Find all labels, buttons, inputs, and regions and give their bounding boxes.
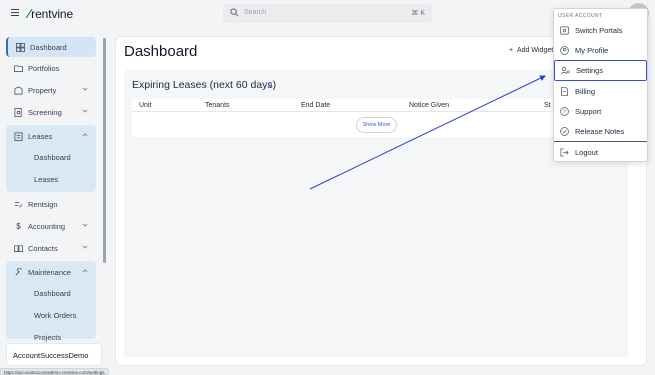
menu-item-my-profile[interactable]: My Profile <box>554 40 647 60</box>
sidebar-item-label: Dashboard <box>30 42 67 52</box>
screening-icon <box>14 107 22 117</box>
sidebar-item-label: Contacts <box>28 243 58 253</box>
search-input[interactable]: Search ⌘ K <box>223 4 432 23</box>
menu-item-label: Release Notes <box>575 126 625 136</box>
logo-text: rentvine <box>31 6 74 21</box>
sidebar-item-leases[interactable]: Leases <box>6 126 96 146</box>
sidebar-item-accounting[interactable]: $ Accounting <box>6 216 96 236</box>
contacts-icon <box>14 244 23 252</box>
chevron-down-icon <box>82 223 88 227</box>
menu-icon[interactable] <box>11 9 19 16</box>
sidebar-item-maintenance[interactable]: Maintenance <box>6 262 96 282</box>
column-header-status[interactable]: St <box>544 102 551 109</box>
folder-icon <box>14 64 23 72</box>
sidebar-item-label: Portfolios <box>28 63 60 73</box>
sidebar-subitem-work-orders[interactable]: Work Orders <box>34 311 76 320</box>
chevron-up-icon <box>82 133 88 137</box>
sidebar-item-contacts[interactable]: Contacts <box>6 238 96 258</box>
search-placeholder: Search <box>244 9 267 16</box>
card-title: Expiring Leases (next 60 days) <box>132 79 277 91</box>
support-icon: ? <box>560 106 569 116</box>
building-icon <box>14 85 23 94</box>
sidebar-item-label: Accounting <box>28 221 66 231</box>
menu-item-switch-portals[interactable]: Switch Portals <box>554 20 647 40</box>
menu-item-logout[interactable]: Logout <box>554 142 647 162</box>
chevron-up-icon <box>82 269 88 273</box>
dropdown-header: USER ACCOUNT <box>558 13 603 19</box>
menu-item-support[interactable]: ? Support <box>554 101 647 121</box>
menu-item-settings[interactable]: Settings <box>554 60 647 81</box>
sign-icon <box>14 201 23 207</box>
show-more-button[interactable]: Show More <box>356 117 397 133</box>
column-header-unit[interactable]: Unit <box>139 102 151 109</box>
dashboard-icon <box>16 42 25 52</box>
billing-icon <box>560 86 569 96</box>
sidebar-item-rentsign[interactable]: Rentsign <box>6 194 96 214</box>
menu-item-label: Support <box>575 106 602 116</box>
menu-item-label: Settings <box>576 66 604 75</box>
card-count-badge: 0 <box>268 82 272 89</box>
dollar-icon: $ <box>16 221 21 231</box>
sidebar-item-label: Maintenance <box>28 267 71 277</box>
sidebar-subitem-leases-dashboard[interactable]: Dashboard <box>34 153 71 162</box>
column-header-end-date[interactable]: End Date <box>301 102 330 109</box>
svg-text:?: ? <box>563 109 566 115</box>
table-divider <box>132 111 620 112</box>
menu-item-release-notes[interactable]: Release Notes <box>554 121 647 141</box>
switch-icon <box>560 26 569 34</box>
sidebar-subitem-projects[interactable]: Projects <box>34 333 61 342</box>
sidebar-item-label: Property <box>28 85 57 95</box>
settings-icon <box>561 67 570 75</box>
sidebar-item-label: Screening <box>28 107 62 117</box>
add-widget-label: Add Widget <box>516 47 554 54</box>
logo-mark-icon: ⁄ <box>28 6 31 21</box>
chevron-down-icon <box>82 245 88 249</box>
search-shortcut: ⌘ K <box>411 10 425 17</box>
status-bar-url: https://accountsuccessdemo.rentvine.com/… <box>0 368 109 375</box>
sidebar-item-property[interactable]: Property <box>6 80 96 100</box>
chevron-down-icon <box>82 87 88 91</box>
profile-icon <box>560 45 569 55</box>
sidebar-subitem-maintenance-dashboard[interactable]: Dashboard <box>34 289 71 298</box>
menu-item-label: Logout <box>575 147 598 157</box>
menu-item-label: Billing <box>575 86 596 96</box>
sidebar-item-screening[interactable]: Screening <box>6 102 96 122</box>
menu-item-label: Switch Portals <box>575 25 623 35</box>
plus-icon: + <box>509 47 517 54</box>
menu-item-label: My Profile <box>575 45 609 55</box>
column-header-tenants[interactable]: Tenants <box>205 102 230 109</box>
wrench-icon <box>15 267 22 275</box>
page-title: Dashboard <box>124 43 198 60</box>
logout-icon <box>560 148 569 156</box>
release-notes-icon <box>560 126 569 136</box>
sidebar-subitem-leases-leases[interactable]: Leases <box>34 175 58 184</box>
sidebar-item-label: Leases <box>28 131 53 141</box>
sidebar-scrollbar[interactable] <box>103 38 106 263</box>
column-header-notice-given[interactable]: Notice Given <box>409 102 449 109</box>
sidebar-item-label: Rentsign <box>28 199 58 209</box>
menu-item-billing[interactable]: Billing <box>554 81 647 101</box>
logo[interactable]: ⁄ rentvine <box>28 6 73 21</box>
account-switcher[interactable]: AccountSuccessDemo <box>6 343 102 366</box>
chevron-down-icon <box>82 109 88 113</box>
lease-icon <box>14 132 23 141</box>
sidebar-item-dashboard[interactable]: Dashboard <box>6 37 96 57</box>
search-icon <box>230 8 239 17</box>
sidebar-item-portfolios[interactable]: Portfolios <box>6 58 96 78</box>
add-widget-button[interactable]: + Add Widget <box>509 47 553 54</box>
